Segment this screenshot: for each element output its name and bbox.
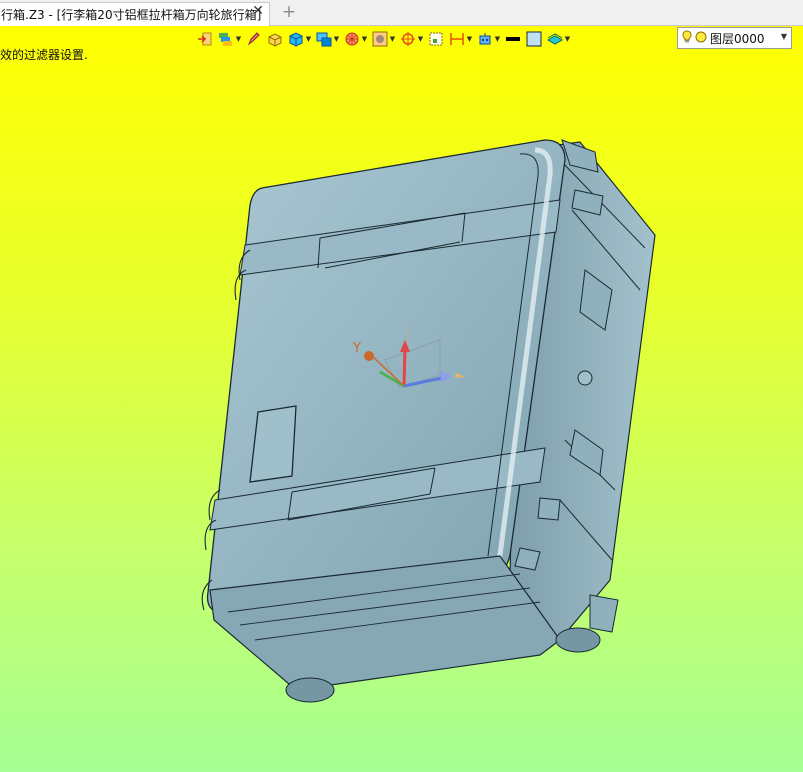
- label-window: [249, 405, 297, 483]
- new-tab-button[interactable]: +: [280, 3, 298, 21]
- wheel: [285, 677, 335, 703]
- document-tab[interactable]: 行箱.Z3 - [行李箱20寸铝框拉杆箱万向轮旅行箱]: [0, 2, 270, 26]
- tab-bar: 行箱.Z3 - [行李箱20寸铝框拉杆箱万向轮旅行箱] ✕ +: [0, 0, 803, 26]
- wheel: [555, 627, 601, 653]
- y-axis-label: Y: [352, 341, 361, 356]
- suitcase-model[interactable]: Y: [0, 26, 803, 772]
- 3d-viewport[interactable]: 效的过滤器设置. ▼ ▼ ▼ ▼ ▼ ▼ ▼ ▼ ▼ 图层0000 ▼ Y: [0, 26, 803, 772]
- close-tab-icon[interactable]: ✕: [250, 3, 266, 19]
- document-tab-title: 行箱.Z3 - [行李箱20寸铝框拉杆箱万向轮旅行箱]: [1, 8, 262, 22]
